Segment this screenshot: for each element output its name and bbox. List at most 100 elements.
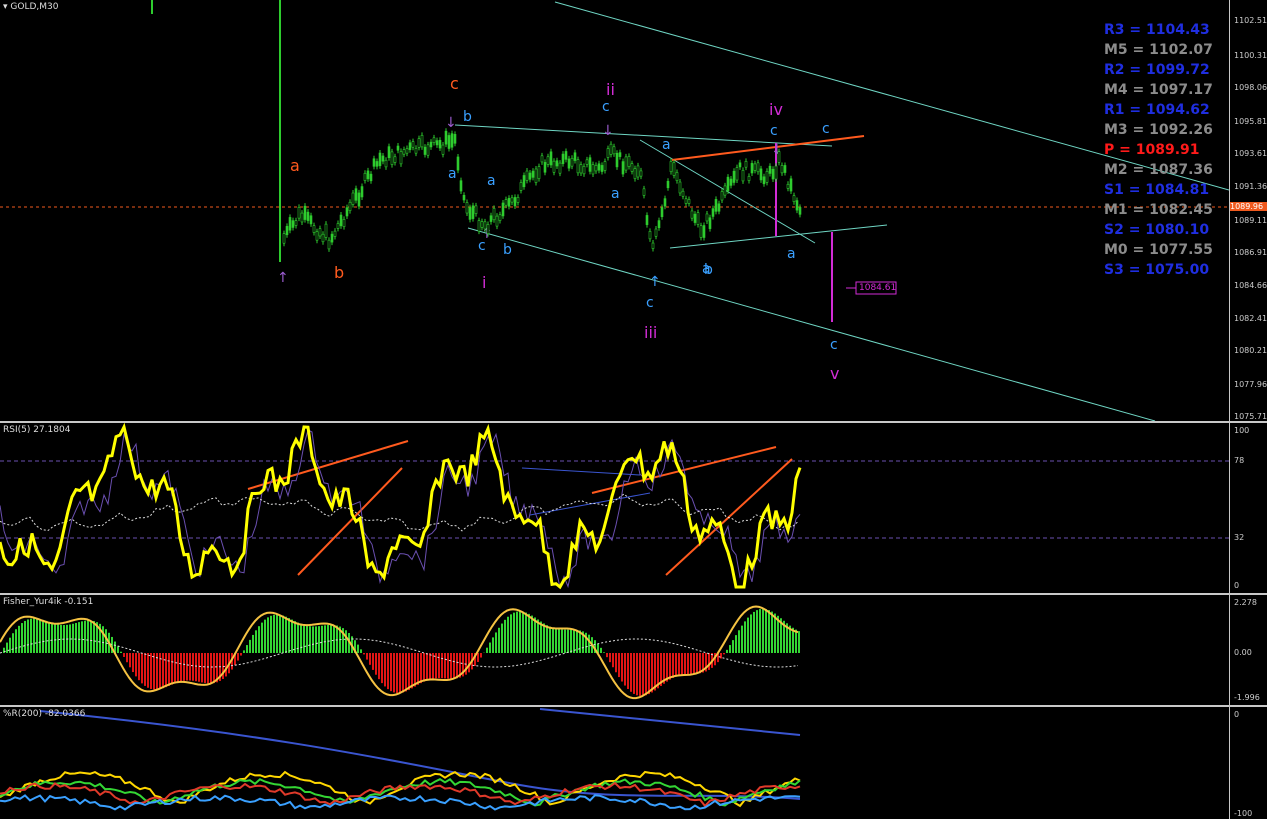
candle [531,170,535,178]
fisher-bar [132,653,134,673]
candle [411,141,415,148]
fisher-bar [330,624,332,653]
fisher-bar [723,653,725,655]
fisher-bar [123,653,125,657]
candle [495,215,499,227]
candle [726,176,730,192]
candle [651,242,655,249]
wave-label: c [822,121,830,137]
candle [606,148,610,158]
fisher-bar [144,653,146,686]
candle [510,197,514,203]
wpr-tick: -100 [1234,809,1253,818]
fisher-bar [432,653,434,679]
fisher-bar [693,653,695,674]
candle [336,223,340,229]
wpr-svg [0,708,801,811]
fisher-bar [396,653,398,694]
price-chart-pane[interactable]: ▾ GOLD,M30 ↑ ↓ ↑ ↓ ↑ ↓ 1084.61 a b c b a… [0,0,1229,421]
fisher-bar [747,617,749,653]
candle [645,215,649,225]
candle [582,166,586,175]
fisher-bar [381,653,383,684]
candle [720,191,724,201]
candle [486,224,490,234]
candle [396,145,400,151]
fisher-bar [177,653,179,683]
candle [660,207,664,218]
wave-label: c [830,337,838,353]
candle [339,214,343,227]
candle [609,143,613,155]
fisher-bar [666,653,668,682]
fisher-bar [729,645,731,653]
candle [294,220,298,226]
fisher-bar [654,653,656,691]
candle [402,149,406,155]
wpr-pane[interactable]: %R(200) -82.0366 [0,707,1229,819]
fisher-bar [405,653,407,692]
wave-label: b [704,262,713,278]
candle [765,170,769,183]
fisher-bar [243,650,245,653]
candle [492,208,496,221]
candle [321,233,325,243]
candle [756,162,760,173]
fisher-bar [30,618,32,653]
fisher-bar [126,653,128,663]
rsi-tick: 0 [1234,581,1240,590]
candle [717,203,721,212]
fisher-bar [174,653,176,684]
fisher-pane[interactable]: Fisher_Yur4ik -0.151 [0,595,1229,705]
candle [465,202,469,214]
candle [798,207,802,215]
fisher-bar [201,653,203,683]
price-tick: 1091.36 [1234,182,1267,191]
candle [498,214,502,221]
fisher-bar [180,653,182,682]
candle [378,152,382,167]
fisher-bar [327,625,329,653]
fisher-bar [240,653,242,656]
candle [414,148,418,154]
fisher-bar [378,653,380,680]
wave-label: c [602,99,610,115]
candle [366,170,370,180]
fisher-bar [621,653,623,682]
fisher-bar [570,629,572,653]
candle [678,181,682,194]
fisher-axis[interactable]: 2.278 0.00 -1.996 [1229,595,1267,705]
wave-label: a [448,166,457,182]
fisher-bar [489,642,491,653]
wpr-title: %R(200) -82.0366 [3,709,86,719]
candle [522,175,526,188]
wpr-axis[interactable]: 0 -100 [1229,707,1267,819]
pivot-m5: M5 = 1102.07 [1104,42,1213,58]
rsi-pane[interactable]: RSI(5) 27.1804 [0,423,1229,593]
fisher-bar [195,653,197,682]
arrow-down-1: ↓ [445,115,457,131]
price-tick: 1075.71 [1234,412,1267,421]
fisher-bar [393,653,395,693]
fisher-bar [486,647,488,653]
candle [537,166,541,179]
candle [780,165,784,174]
fisher-bar [120,651,122,653]
arrow-up-1: ↑ [277,270,289,286]
rsi-title: RSI(5) 27.1804 [3,425,71,435]
candle [351,192,355,205]
fisher-bar [375,653,377,675]
rsi-axis[interactable]: 100 78 32 0 [1229,423,1267,593]
candle [405,148,409,154]
wpr-blue-line [0,794,801,811]
fisher-bar [291,619,293,653]
fisher-bar [549,626,551,653]
fisher-bar [513,612,515,653]
candle [354,188,358,201]
fisher-bar [774,613,776,653]
fisher-bar [288,618,290,653]
fisher-bar [336,625,338,653]
candle [744,161,748,168]
fisher-bar [183,653,185,681]
wave-label: c [478,238,486,254]
